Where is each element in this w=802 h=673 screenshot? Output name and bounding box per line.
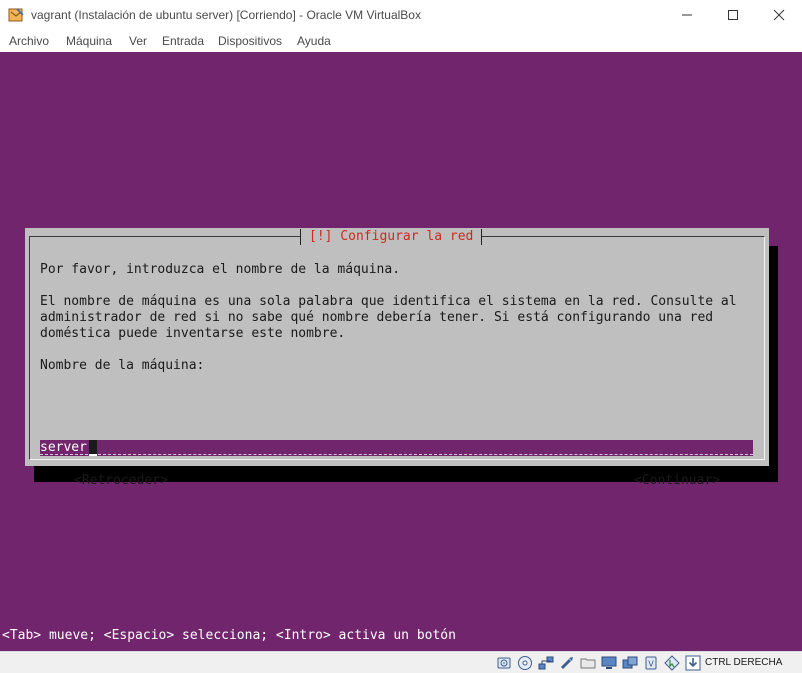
mouse-integration-icon[interactable] <box>664 655 680 671</box>
configure-network-dialog: [!] Configurar la red Por favor, introdu… <box>25 228 769 488</box>
optical-drive-icon[interactable] <box>517 655 533 671</box>
value-underline <box>40 454 88 455</box>
video-capture-icon[interactable] <box>622 655 638 671</box>
dialog-title: [!] Configurar la red <box>300 229 483 245</box>
shared-folders-icon[interactable] <box>580 655 596 671</box>
menu-dispositivos[interactable]: Dispositivos <box>218 34 282 48</box>
menu-entrada[interactable]: Entrada <box>162 34 204 48</box>
svg-text:V: V <box>648 660 654 669</box>
close-button[interactable] <box>756 0 802 30</box>
network-icon[interactable] <box>538 655 554 671</box>
hostname-input[interactable]: server <box>40 440 753 456</box>
status-bar: V CTRL DERECHA <box>0 651 802 673</box>
menu-bar: Archivo Máquina Ver Entrada Dispositivos… <box>0 30 802 52</box>
back-button[interactable]: <Retroceder> <box>74 473 168 489</box>
display-icon[interactable] <box>601 655 617 671</box>
continue-button[interactable]: <Continuar> <box>634 473 720 489</box>
cpu-virtualization-icon[interactable]: V <box>643 655 659 671</box>
virtualbox-icon <box>8 8 24 22</box>
window-titlebar[interactable]: vagrant (Instalación de ubuntu server) [… <box>0 0 802 30</box>
hostname-prompt: Por favor, introduzca el nombre de la má… <box>40 262 401 277</box>
hostname-field-label: Nombre de la máquina: <box>40 358 205 373</box>
description-line-3: doméstica puede inventarse este nombre. <box>40 326 346 341</box>
keyboard-capture-icon[interactable] <box>685 655 701 671</box>
text-cursor <box>89 440 97 456</box>
keyboard-hint: <Tab> mueve; <Espacio> selecciona; <Intr… <box>2 628 456 643</box>
description-line-1: El nombre de máquina es una sola palabra… <box>40 294 737 309</box>
menu-ayuda[interactable]: Ayuda <box>297 34 331 48</box>
hard-disk-icon[interactable] <box>496 655 512 671</box>
minimize-button[interactable] <box>664 0 710 30</box>
maximize-icon <box>728 10 738 20</box>
field-underline <box>98 454 753 455</box>
maximize-button[interactable] <box>710 0 756 30</box>
window-title: vagrant (Instalación de ubuntu server) [… <box>31 8 421 22</box>
description-line-2: administrador de red si no sabe qué nomb… <box>40 310 714 325</box>
vm-display[interactable]: [!] Configurar la red Por favor, introdu… <box>0 52 802 651</box>
minimize-icon <box>682 14 692 16</box>
menu-ver[interactable]: Ver <box>129 34 147 48</box>
menu-archivo[interactable]: Archivo <box>9 34 49 48</box>
usb-icon[interactable] <box>559 655 575 671</box>
close-icon <box>773 9 785 21</box>
menu-maquina[interactable]: Máquina <box>66 34 112 48</box>
host-key-label: CTRL DERECHA <box>705 657 783 668</box>
